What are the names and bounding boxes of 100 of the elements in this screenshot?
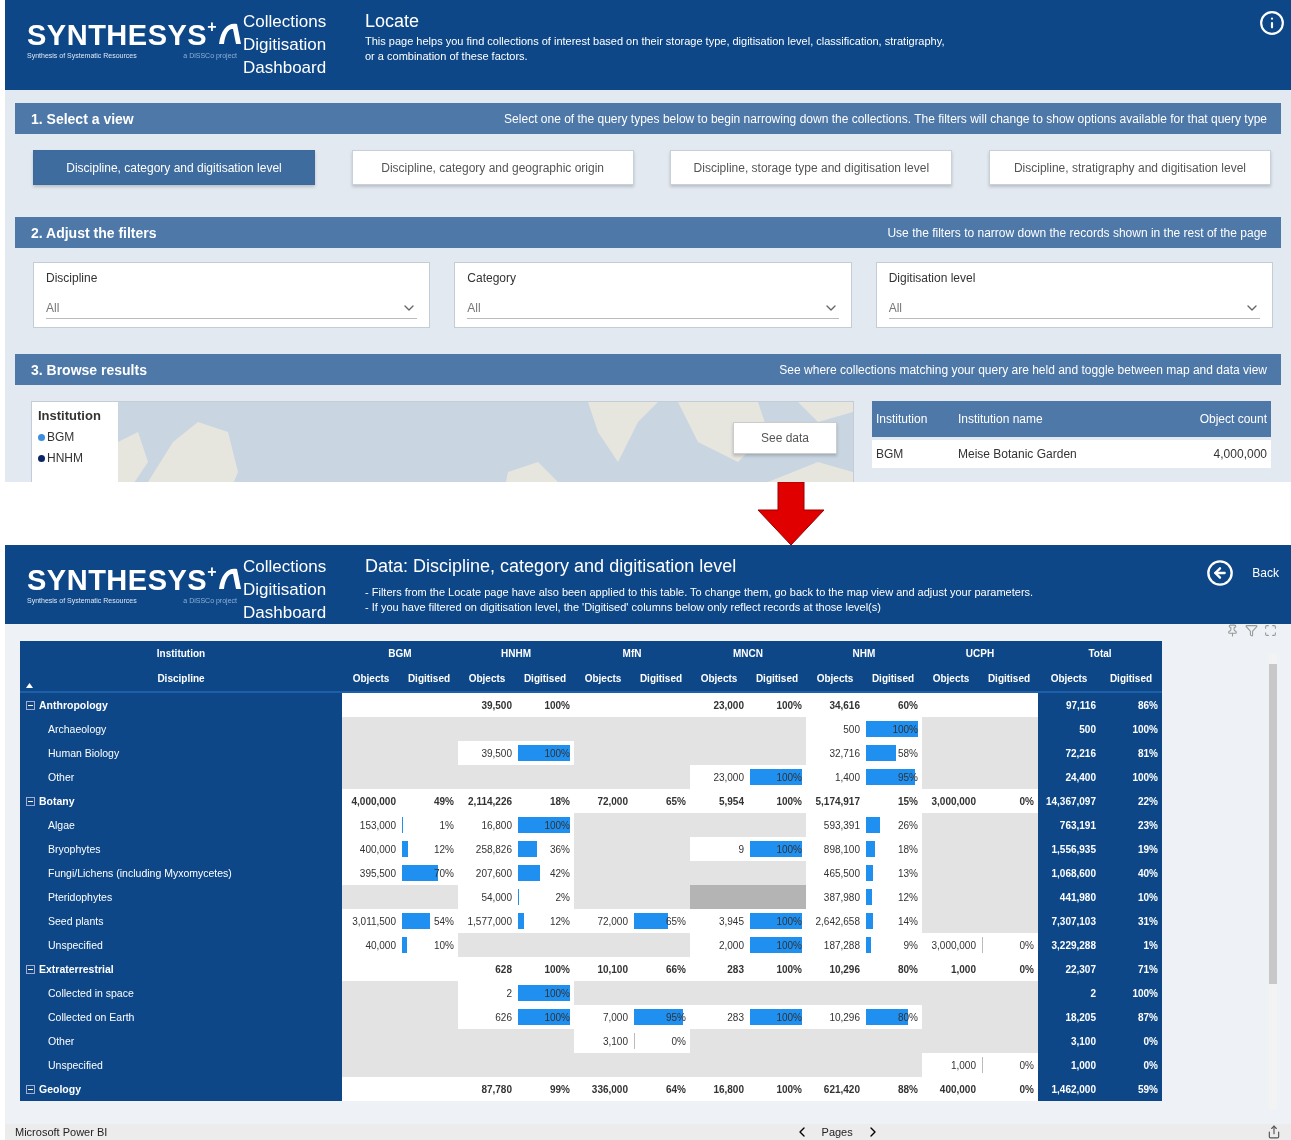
- filter-dropdown[interactable]: Category All: [454, 262, 852, 328]
- scrollbar[interactable]: [1269, 654, 1277, 1109]
- section-hint: Use the filters to narrow down the records shown in the rest of the page: [887, 225, 1267, 240]
- discipline-label: Anthropology: [39, 699, 108, 711]
- table-cell: 49%: [400, 789, 458, 813]
- view-button[interactable]: Discipline, stratigraphy and digitisation level: [988, 150, 1271, 185]
- table-cell: 16,800: [458, 813, 516, 837]
- table-cell: 15%: [864, 789, 922, 813]
- table-cell: 100%: [748, 1005, 806, 1029]
- collapse-icon[interactable]: [26, 796, 35, 806]
- table-cell: 100%: [516, 741, 574, 765]
- table-cell: 500: [1038, 717, 1100, 741]
- note-text: - Filters from the Locate page have also been applied to this table. To change them, go back to the map view and adjust your parameters.: [365, 585, 1035, 600]
- section-hint: Select one of the query types below to begin narrowing down the collections. The filters will change to show options available for that query type: [504, 111, 1267, 126]
- table-cell: 9%: [864, 933, 922, 957]
- column-header: NHM: [852, 647, 876, 659]
- table-cell: 100%: [1100, 981, 1162, 1005]
- table-cell-text: BGM: [876, 447, 905, 461]
- table-cell: 1%: [400, 813, 458, 837]
- table-cell: 441,980: [1038, 885, 1100, 909]
- table-cell: 283: [690, 1005, 748, 1029]
- table-cell: 0%: [980, 957, 1038, 981]
- collapse-icon[interactable]: [26, 964, 35, 974]
- table-cell: [400, 885, 458, 909]
- table-cell: 153,000: [342, 813, 400, 837]
- column-header: Object count: [1198, 412, 1267, 426]
- view-button[interactable]: Discipline, category and geographic origin: [351, 150, 634, 185]
- table-cell: 100%: [748, 1077, 806, 1101]
- filter-dropdown[interactable]: Digitisation level All: [875, 262, 1273, 328]
- table-cell: 0%: [980, 1077, 1038, 1101]
- table-cell: [342, 693, 400, 717]
- table-cell: 3,000,000: [922, 789, 980, 813]
- discipline-label: Pteridophytes: [48, 891, 113, 903]
- info-icon[interactable]: [1259, 10, 1285, 36]
- discipline-label: Extraterrestrial: [39, 963, 114, 975]
- page-title: Locate: [365, 10, 420, 32]
- discipline-label: Algae: [48, 819, 75, 831]
- table-cell: 65%: [632, 789, 690, 813]
- column-header: Objects: [1050, 672, 1088, 684]
- table-cell: 18%: [516, 789, 574, 813]
- discipline-label: Unspecified: [48, 939, 103, 951]
- view-button[interactable]: Discipline, category and digitisation level: [33, 150, 315, 185]
- table-cell: 1%: [1100, 933, 1162, 957]
- collapse-icon[interactable]: [26, 700, 35, 710]
- table-cell: 1,000: [1038, 1053, 1100, 1077]
- table-cell: 2: [1038, 981, 1100, 1005]
- table-cell: 100%: [516, 813, 574, 837]
- back-button[interactable]: Back: [1206, 559, 1279, 587]
- table-cell: 23,000: [690, 765, 748, 789]
- table-cell: 100%: [748, 957, 806, 981]
- column-header: Institution name: [958, 412, 1044, 426]
- table-cell: 10,100: [574, 957, 632, 981]
- discipline-label: Collected in space: [48, 987, 134, 999]
- table-cell: 3,100: [1038, 1029, 1100, 1053]
- table-cell: 898,100: [806, 837, 864, 861]
- table-cell-text: Meise Botanic Garden: [958, 447, 1078, 461]
- table-cell: 626: [458, 1005, 516, 1029]
- column-header: Objects: [584, 672, 622, 684]
- table-cell: 0%: [980, 933, 1038, 957]
- column-header: Digitised: [755, 672, 799, 684]
- table-cell: 1,000: [922, 1053, 980, 1077]
- table-cell: 12%: [400, 837, 458, 861]
- table-cell: 99%: [516, 1077, 574, 1101]
- collapse-icon[interactable]: [26, 1084, 35, 1094]
- column-header: Digitised: [407, 672, 451, 684]
- table-cell: 1,068,600: [1038, 861, 1100, 885]
- table-cell: 7,000: [574, 1005, 632, 1029]
- table-cell: 88%: [864, 1077, 922, 1101]
- column-header: Digitised: [639, 672, 683, 684]
- shaded-cell: [690, 885, 748, 909]
- table-cell: 23%: [1100, 813, 1162, 837]
- back-icon: [1206, 559, 1235, 587]
- table-cell: [632, 933, 690, 957]
- table-cell: 0%: [980, 1053, 1038, 1077]
- view-button[interactable]: Discipline, storage type and digitisation level: [670, 150, 953, 185]
- table-cell: 763,191: [1038, 813, 1100, 837]
- table-cell: 3,229,288: [1038, 933, 1100, 957]
- table-cell: [980, 693, 1038, 717]
- table-cell: 3,100: [574, 1029, 632, 1053]
- table-cell: 500: [806, 717, 864, 741]
- app-title: Collections: [243, 556, 328, 578]
- table-cell: 100%: [748, 909, 806, 933]
- filter-dropdown[interactable]: Discipline All: [33, 262, 431, 328]
- table-cell: 400,000: [922, 1077, 980, 1101]
- table-cell: 71%: [1100, 957, 1162, 981]
- column-header: UCPH: [965, 647, 995, 659]
- table-cell: 5,174,917: [806, 789, 864, 813]
- column-header: Discipline: [157, 672, 205, 684]
- column-header: Digitised: [523, 672, 567, 684]
- discipline-label: Collected on Earth: [48, 1011, 135, 1023]
- table-cell: 12%: [864, 885, 922, 909]
- table-cell: 31%: [1100, 909, 1162, 933]
- table-cell: 40,000: [342, 933, 400, 957]
- see-data-button[interactable]: See data: [733, 422, 837, 454]
- share-icon[interactable]: [1267, 1125, 1281, 1139]
- column-header: Objects: [468, 672, 506, 684]
- table-cell: 2%: [516, 885, 574, 909]
- column-header: HNHM: [501, 647, 531, 659]
- pages-label: Pages: [821, 1126, 853, 1138]
- sort-icon[interactable]: [26, 683, 33, 688]
